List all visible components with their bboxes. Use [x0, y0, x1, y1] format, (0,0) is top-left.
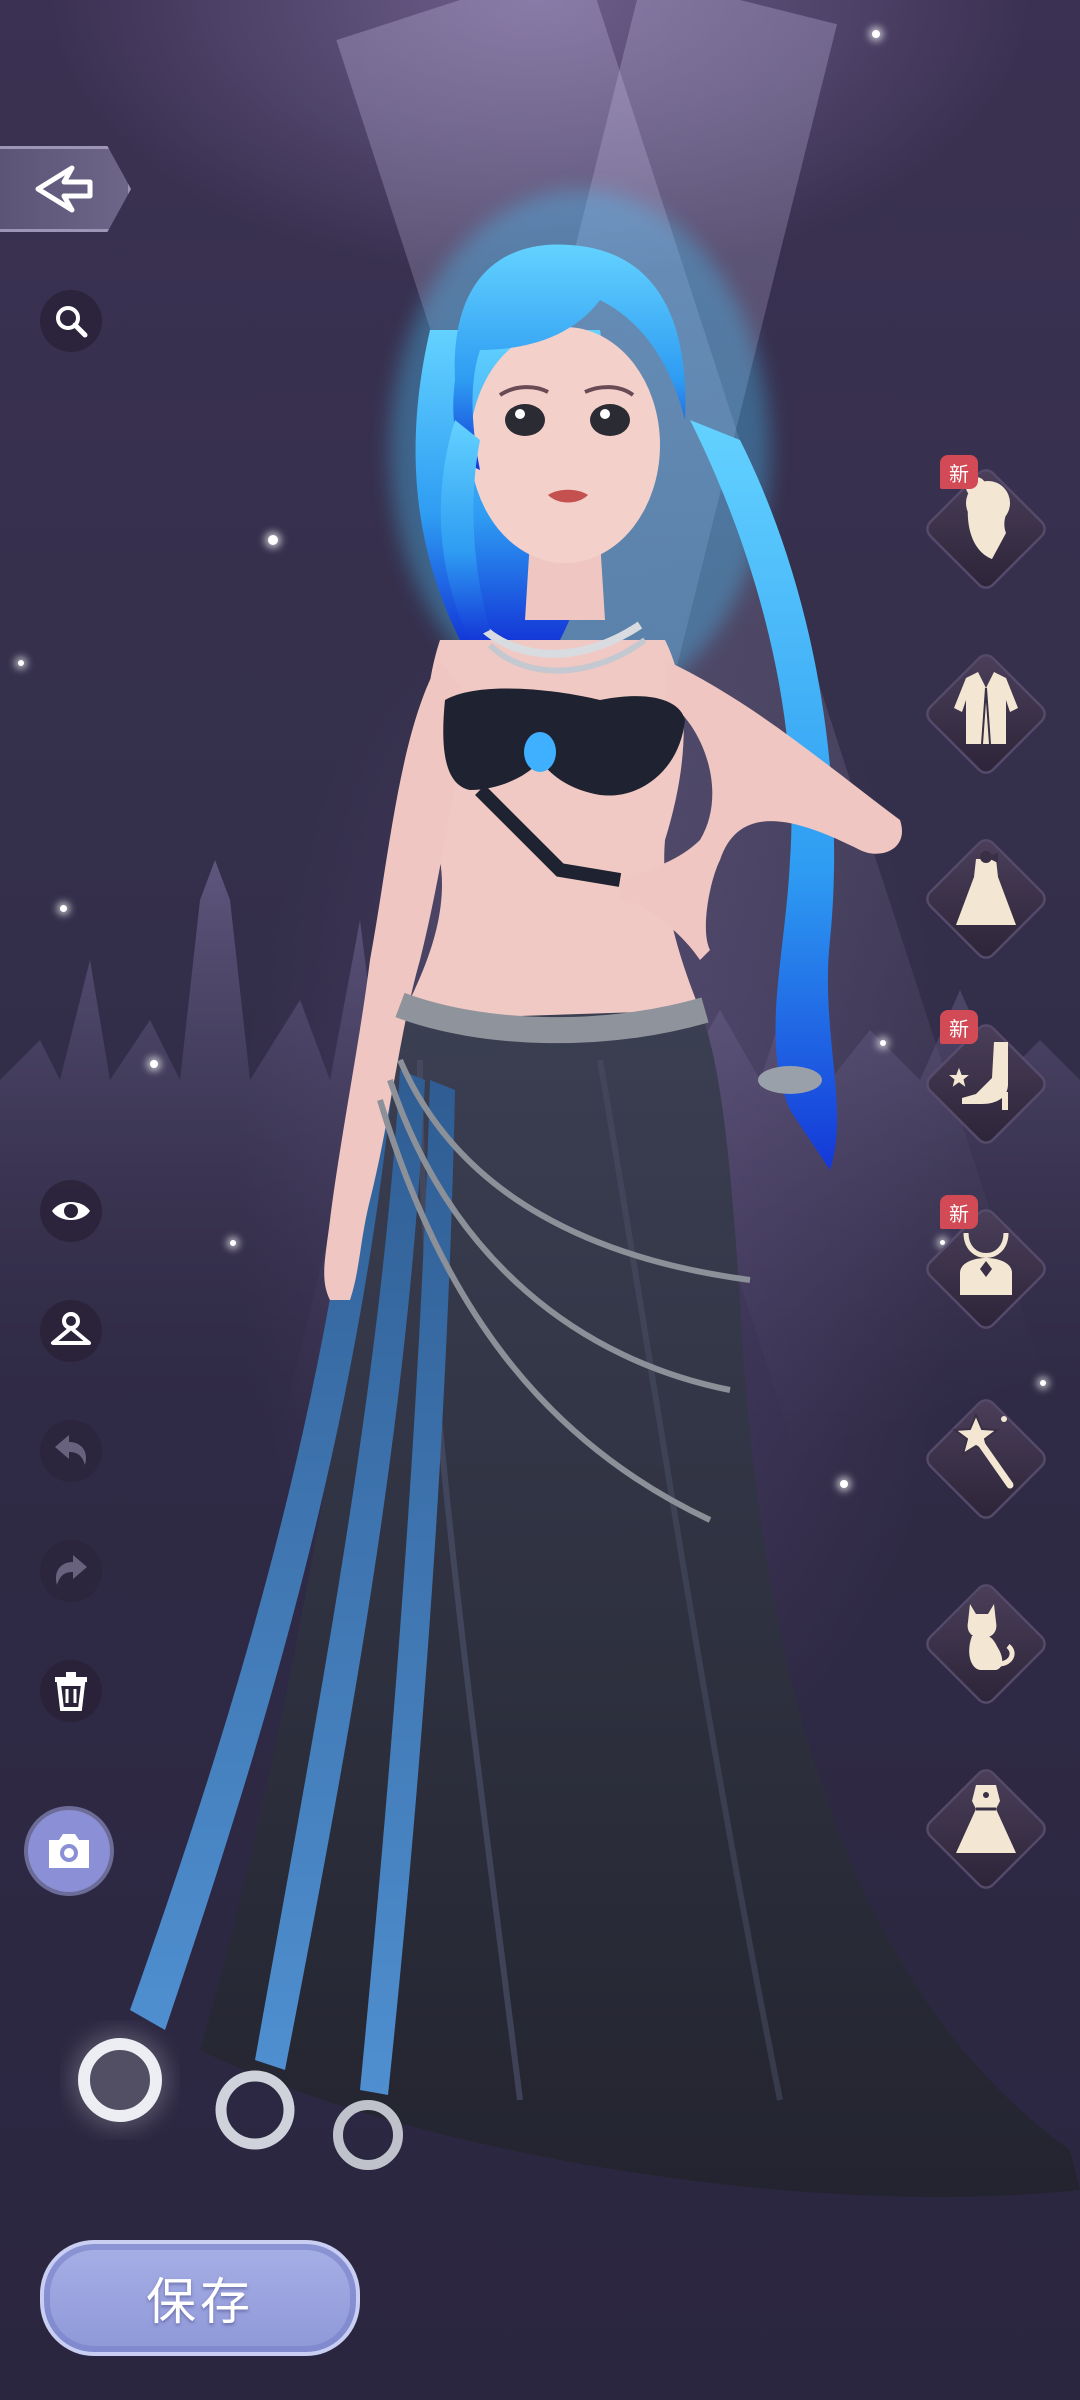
category-necklace[interactable]: 新 [922, 1195, 1050, 1330]
category-dress[interactable] [922, 825, 1050, 960]
eye-icon [52, 1202, 90, 1220]
redo-button[interactable] [40, 1540, 102, 1602]
redo-icon [55, 1555, 87, 1585]
dress-category-icon [956, 851, 1016, 925]
search-icon [56, 306, 88, 338]
wand-category-icon [952, 1412, 1014, 1489]
undo-icon [55, 1435, 87, 1465]
undo-button[interactable] [40, 1420, 102, 1482]
hanger-icon [51, 1312, 91, 1345]
camera-icon [49, 1834, 89, 1868]
wardrobe-button[interactable] [40, 1300, 102, 1362]
jacket-category-icon [954, 672, 1018, 745]
category-shoes[interactable]: 新 [922, 1010, 1050, 1145]
new-badge: 新 [940, 1010, 978, 1044]
back-button[interactable] [0, 146, 131, 232]
game-stage: 新 新 新 保存 [0, 0, 1080, 2400]
new-badge: 新 [940, 1195, 978, 1229]
delete-button[interactable] [40, 1660, 102, 1722]
visibility-toggle-button[interactable] [40, 1180, 102, 1242]
camera-button[interactable] [28, 1810, 110, 1892]
outfit-set-category-icon [956, 1785, 1016, 1853]
category-pet[interactable] [922, 1570, 1050, 1705]
avatar-character[interactable] [0, 0, 1080, 2400]
save-button[interactable]: 保存 [40, 2240, 360, 2356]
cat-pet-category-icon [967, 1604, 1015, 1670]
category-jacket[interactable] [922, 640, 1050, 775]
back-arrow-icon [35, 165, 93, 213]
category-wand[interactable] [922, 1385, 1050, 1520]
category-outfit-set[interactable] [922, 1755, 1050, 1890]
search-button[interactable] [40, 290, 102, 352]
new-badge: 新 [940, 455, 978, 489]
trash-icon [55, 1672, 87, 1711]
category-hairstyle[interactable]: 新 [922, 455, 1050, 590]
